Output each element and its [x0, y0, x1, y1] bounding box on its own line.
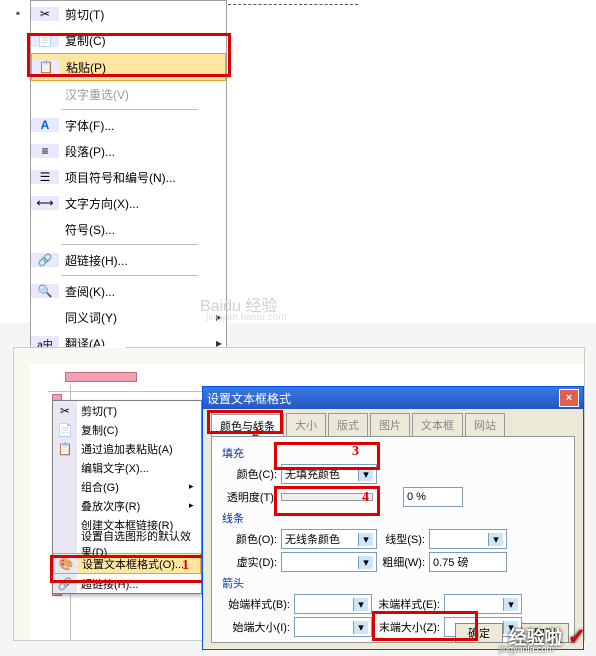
- paste-icon: 📋: [39, 60, 54, 74]
- end-style-combo[interactable]: ▾: [444, 594, 522, 614]
- menu-hyperlink[interactable]: 🔗超链接(H)...: [31, 247, 226, 273]
- ok-button[interactable]: 确定: [455, 623, 503, 643]
- chevron-down-icon: ▾: [353, 621, 368, 634]
- ctx-order[interactable]: 叠放次序(R)▸: [53, 496, 201, 515]
- menu-synonym[interactable]: 同义词(Y)▸: [31, 304, 226, 330]
- format-icon: 🎨: [59, 557, 74, 571]
- ctx-defaults[interactable]: 设置自选图形的默认效果(D): [53, 534, 201, 553]
- chevron-down-icon: ▾: [358, 556, 373, 569]
- menu-paragraph[interactable]: ≡段落(P)...: [31, 138, 226, 164]
- annotation-2: 2: [252, 425, 259, 441]
- chevron-right-icon: ▸: [189, 500, 201, 511]
- dialog-title: 设置文本框格式: [207, 390, 291, 407]
- list-icon: ☰: [40, 170, 51, 184]
- menu-symbol[interactable]: 符号(S)...: [31, 216, 226, 242]
- annotation-1: 1: [182, 558, 189, 574]
- context-menu: ✂剪切(T) 📄复制(C) 📋通过追加表粘贴(A) 编辑文字(X)... 组合(…: [52, 400, 202, 594]
- menu-paste[interactable]: 📋粘贴(P): [31, 53, 226, 81]
- lookup-icon: 🔍: [38, 284, 53, 298]
- menu-copy[interactable]: 📄复制(C): [31, 27, 226, 53]
- copy-icon: 📄: [38, 33, 53, 47]
- transparency-label: 透明度(T):: [222, 489, 281, 505]
- chevron-down-icon: ▾: [358, 533, 373, 546]
- chevron-down-icon: ▾: [503, 598, 518, 611]
- watermark-sub: jingyan.baidu.com: [206, 312, 287, 323]
- logo-url: jingyanla.com: [499, 644, 554, 654]
- ctx-edit-text[interactable]: 编辑文字(X)...: [53, 458, 201, 477]
- copy-icon: 📄: [58, 423, 73, 437]
- scissors-icon: ✂: [60, 404, 70, 418]
- link-icon: 🔗: [38, 253, 53, 267]
- ruler-horizontal: [14, 348, 584, 365]
- annotation-3: 3: [352, 444, 359, 460]
- begin-size-label: 始端大小(I):: [222, 619, 294, 635]
- menu-bullets[interactable]: ☰项目符号和编号(N)...: [31, 164, 226, 190]
- transparency-slider[interactable]: [281, 493, 373, 501]
- begin-style-label: 始端样式(B):: [222, 596, 294, 612]
- direction-icon: ⟷: [36, 196, 53, 210]
- fill-color-combo[interactable]: 无填充颜色▾: [281, 464, 377, 484]
- begin-style-combo[interactable]: ▾: [294, 594, 372, 614]
- weight-spinner[interactable]: 0.75 磅: [429, 552, 507, 572]
- menu-cut[interactable]: ✂剪切(T): [31, 1, 226, 27]
- close-button[interactable]: ×: [559, 389, 579, 407]
- transparency-value[interactable]: 0 %: [403, 487, 463, 507]
- tab-color-line[interactable]: 颜色与线条: [211, 414, 284, 437]
- end-style-label: 末端样式(E):: [372, 596, 444, 612]
- link-icon: 🔗: [58, 577, 73, 591]
- ctx-paste-table[interactable]: 📋通过追加表粘贴(A): [53, 439, 201, 458]
- menu-direction[interactable]: ⟷文字方向(X)...: [31, 190, 226, 216]
- chevron-down-icon: ▾: [488, 533, 503, 546]
- tab-textbox[interactable]: 文本框: [412, 413, 463, 436]
- menu-lookup[interactable]: 🔍查阅(K)...: [31, 278, 226, 304]
- ctx-group[interactable]: 组合(G)▸: [53, 477, 201, 496]
- dash-combo[interactable]: ▾: [281, 552, 377, 572]
- line-style-combo[interactable]: ▾: [429, 529, 507, 549]
- paragraph-icon: ≡: [41, 144, 48, 158]
- arrow-group-label: 箭头: [222, 575, 564, 591]
- chevron-right-icon: ▸: [189, 481, 201, 492]
- line-color-combo[interactable]: 无线条颜色▾: [281, 529, 377, 549]
- chevron-down-icon: ▾: [358, 468, 373, 481]
- font-icon: A: [41, 118, 50, 132]
- edge-icon: ▪: [8, 0, 28, 26]
- tab-picture[interactable]: 图片: [370, 413, 410, 436]
- ctx-cut[interactable]: ✂剪切(T): [53, 401, 201, 420]
- context-menu-panel: ✂剪切(T) 📄复制(C) 📋粘贴(P) 汉字重选(V) A字体(F)... ≡…: [30, 0, 227, 357]
- format-dialog: 设置文本框格式 × 颜色与线条 大小 版式 图片 文本框 网站 填充 颜色(C)…: [202, 386, 584, 650]
- ruler-vertical: [14, 364, 31, 640]
- line-style-label: 线型(S):: [377, 531, 429, 547]
- dialog-titlebar: 设置文本框格式 ×: [203, 387, 583, 409]
- paste-icon: 📋: [58, 442, 73, 456]
- tab-size[interactable]: 大小: [286, 413, 326, 436]
- begin-size-combo[interactable]: ▾: [294, 617, 372, 637]
- scissors-icon: ✂: [40, 7, 50, 21]
- dash-label: 虚实(D):: [222, 554, 281, 570]
- line-color-label: 颜色(O):: [222, 531, 281, 547]
- menu-hanzi[interactable]: 汉字重选(V): [31, 81, 226, 107]
- pink-shape-h: [65, 372, 137, 382]
- ctx-format[interactable]: 🎨设置文本框格式(O)...: [53, 553, 201, 574]
- menu-font[interactable]: A字体(F)...: [31, 112, 226, 138]
- tab-layout[interactable]: 版式: [328, 413, 368, 436]
- ctx-copy[interactable]: 📄复制(C): [53, 420, 201, 439]
- ctx-hyperlink[interactable]: 🔗超链接(H)...: [53, 574, 201, 593]
- tab-web[interactable]: 网站: [465, 413, 505, 436]
- weight-label: 粗细(W):: [377, 554, 429, 570]
- end-size-label: 末端大小(Z):: [372, 619, 444, 635]
- chevron-down-icon: ▾: [353, 598, 368, 611]
- color-label: 颜色(C):: [222, 466, 281, 482]
- fill-group-label: 填充: [222, 445, 564, 461]
- annotation-4: 4: [362, 490, 369, 506]
- line-group-label: 线条: [222, 510, 564, 526]
